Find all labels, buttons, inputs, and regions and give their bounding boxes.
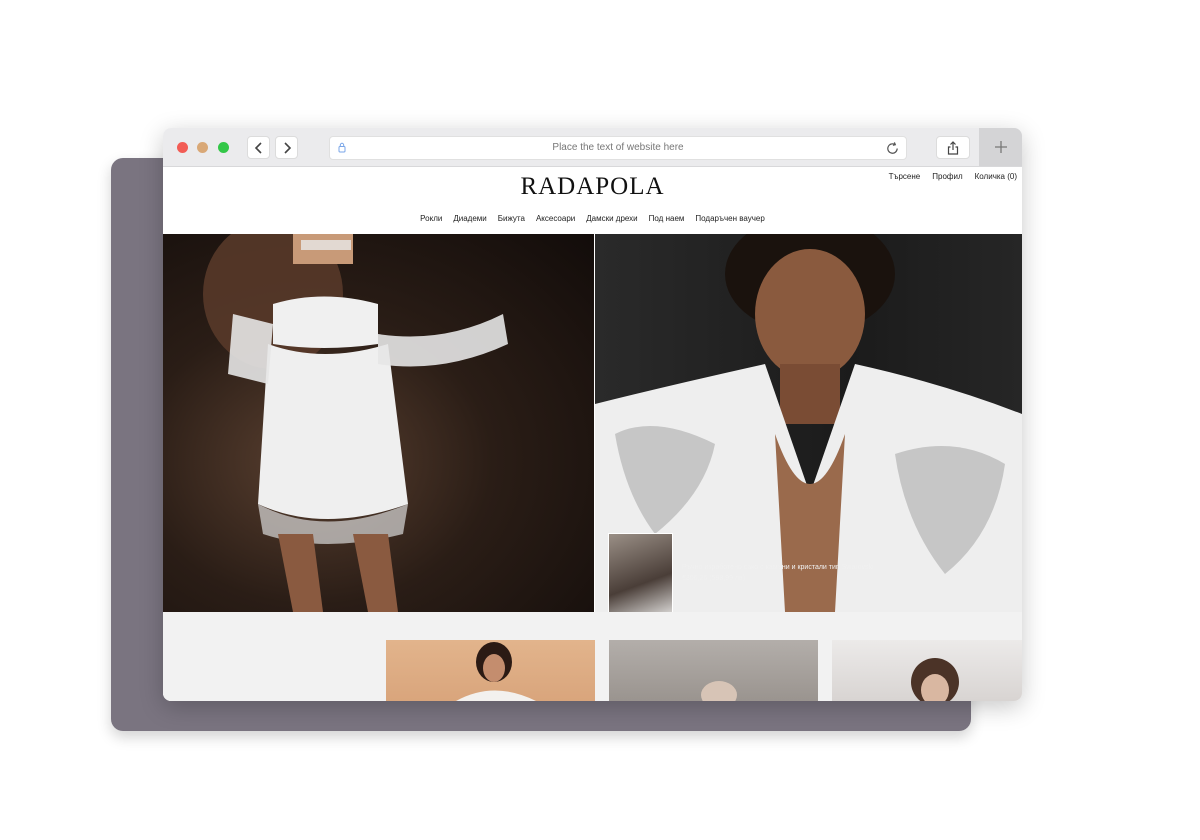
hero-banner: Ръчно изработено сако с камъни и кристал… [163, 234, 1022, 676]
new-tab-button[interactable] [979, 128, 1022, 166]
menu-item-dresses[interactable]: Рокли [420, 214, 442, 223]
menu-item-womens-clothing[interactable]: Дамски дрехи [586, 214, 637, 223]
back-button[interactable] [247, 136, 270, 159]
maximize-window-button[interactable] [218, 142, 229, 153]
website: RADAPOLA Търсене Профил Количка (0) Рокл… [163, 167, 1022, 701]
featured-product-card[interactable]: Ръчно изработено сако с камъни и кристал… [608, 533, 874, 615]
featured-product-title[interactable]: Ръчно изработено сако с камъни и кристал… [682, 562, 874, 573]
featured-product-thumbnail[interactable] [608, 533, 673, 615]
product-image [701, 681, 737, 701]
search-link[interactable]: Търсене [889, 172, 921, 181]
chevron-right-icon [283, 141, 291, 154]
chevron-left-icon [254, 141, 262, 154]
product-grid [163, 612, 1022, 701]
account-links: Търсене Профил Количка (0) [889, 172, 1017, 181]
product-image [911, 658, 959, 701]
address-bar-placeholder: Place the text of website here [552, 142, 684, 153]
featured-product-price: €306,26 (598,99 лв) [682, 575, 746, 582]
main-menu: Рокли Диадеми Бижута Аксесоари Дамски др… [163, 214, 1022, 223]
share-button[interactable] [936, 136, 970, 159]
product-card[interactable] [386, 640, 595, 701]
menu-item-gift-voucher[interactable]: Подаръчен ваучер [695, 214, 764, 223]
forward-button[interactable] [275, 136, 298, 159]
address-bar[interactable]: Place the text of website here [329, 136, 907, 160]
model-silhouette-left [203, 234, 508, 612]
reload-icon[interactable] [885, 141, 900, 156]
product-card[interactable] [609, 640, 818, 701]
profile-link[interactable]: Профил [932, 172, 962, 181]
browser-toolbar: Place the text of website here [163, 128, 1022, 167]
menu-item-accessories[interactable]: Аксесоари [536, 214, 575, 223]
share-icon [947, 140, 959, 155]
close-window-button[interactable] [177, 142, 188, 153]
hero-image-white-dress[interactable] [163, 234, 594, 612]
browser-window: Place the text of website here RADAPOLA … [163, 128, 1022, 701]
plus-icon [994, 141, 1007, 153]
menu-item-rental[interactable]: Под наем [649, 214, 685, 223]
product-card[interactable] [832, 640, 1022, 701]
product-image [456, 642, 536, 701]
menu-item-tiaras[interactable]: Диадеми [453, 214, 486, 223]
cart-link[interactable]: Количка (0) [975, 172, 1017, 181]
menu-item-jewelry[interactable]: Бижута [498, 214, 525, 223]
featured-product-info: Ръчно изработено сако с камъни и кристал… [682, 562, 874, 615]
minimize-window-button[interactable] [197, 142, 208, 153]
